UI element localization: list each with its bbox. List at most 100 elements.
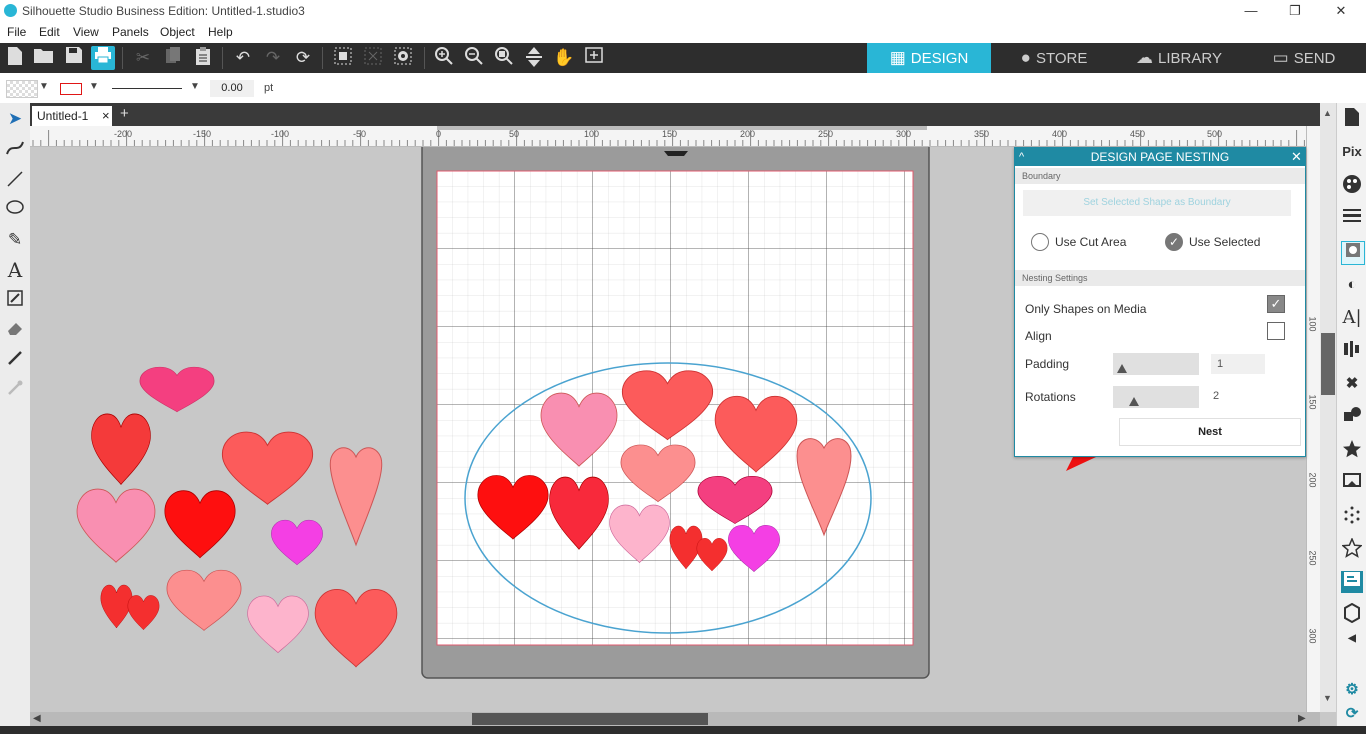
eraser-tool-icon[interactable] (4, 319, 26, 341)
settings-gear-icon[interactable]: ⚙ (1341, 679, 1363, 701)
page-setup-icon[interactable] (1341, 107, 1363, 129)
padding-slider[interactable] (1113, 353, 1199, 375)
fill-tool-icon[interactable] (4, 289, 26, 311)
vertical-scrollbar[interactable]: ▲ ▼ (1320, 103, 1336, 712)
zoom-in-icon[interactable] (432, 46, 456, 70)
trace-icon[interactable] (1341, 505, 1363, 527)
scroll-down-icon[interactable]: ▼ (1323, 693, 1332, 703)
eyedropper-tool-icon[interactable] (4, 379, 26, 401)
tab-library[interactable]: ☁ LIBRARY (1117, 43, 1241, 73)
menu-file[interactable]: File (7, 25, 26, 39)
line-tool-icon[interactable] (4, 169, 26, 191)
tab-store[interactable]: ● STORE (992, 43, 1116, 73)
print-icon[interactable] (91, 46, 115, 70)
pan-hand-icon[interactable]: ✋ (552, 46, 576, 70)
scroll-left-icon[interactable]: ◀ (33, 713, 41, 724)
heart-shape (166, 569, 242, 631)
knife-tool-icon[interactable] (4, 349, 26, 371)
fill-swatch[interactable] (6, 80, 38, 98)
fill-pattern-icon[interactable] (1341, 241, 1365, 265)
horizontal-scrollbar[interactable]: ◀ ▶ (30, 712, 1320, 726)
copy-icon[interactable] (161, 46, 185, 70)
close-panel-icon[interactable]: ✕ (1291, 148, 1302, 166)
group-icon[interactable] (331, 46, 355, 70)
sketch-star-icon[interactable] (1341, 537, 1363, 560)
use-selected-radio[interactable]: ✓ (1165, 233, 1183, 251)
collapse-chevron-icon[interactable]: ^ (1019, 148, 1024, 166)
ellipse-tool-icon[interactable] (4, 199, 26, 221)
new-file-icon[interactable] (3, 46, 27, 70)
only-shapes-label: Only Shapes on Media (1025, 302, 1147, 316)
line-style-icon[interactable] (1341, 207, 1363, 229)
transform-icon[interactable]: ✖ (1341, 373, 1363, 395)
menu-object[interactable]: Object (160, 25, 195, 39)
tab-untitled-1[interactable]: Untitled-1 × (32, 106, 112, 126)
select-arrow-icon[interactable]: ➤ (4, 108, 26, 130)
align-icon[interactable] (1341, 340, 1363, 362)
print-cut-icon[interactable] (1341, 602, 1363, 625)
align-checkbox[interactable] (1267, 322, 1285, 340)
rotations-slider-thumb[interactable] (1129, 397, 1139, 406)
text-tool-icon[interactable]: A (4, 259, 26, 281)
sync-icon[interactable]: ⟳ (1341, 703, 1363, 725)
offset-icon[interactable] (1341, 472, 1363, 494)
fill-dropdown-icon[interactable]: ▼ (39, 81, 49, 92)
restore-button[interactable]: ❐ (1272, 0, 1318, 22)
edit-points-icon[interactable] (4, 138, 26, 160)
fill-color-icon[interactable] (1341, 174, 1363, 196)
line-style-dropdown-icon[interactable]: ▼ (190, 81, 200, 92)
horizontal-scroll-thumb[interactable] (472, 713, 708, 725)
set-boundary-button[interactable]: Set Selected Shape as Boundary (1023, 190, 1291, 216)
open-folder-icon[interactable] (32, 46, 56, 70)
undo-icon[interactable]: ↶ (231, 46, 255, 70)
zoom-select-icon[interactable] (492, 46, 516, 70)
nesting-panel-icon[interactable] (1341, 571, 1363, 593)
transparency-icon[interactable]: ◐ (1341, 274, 1363, 296)
line-color-dropdown-icon[interactable]: ▼ (89, 81, 99, 92)
menu-view[interactable]: View (73, 25, 99, 39)
heart-shape (100, 584, 133, 629)
menu-edit[interactable]: Edit (39, 25, 60, 39)
add-tab-icon[interactable]: + (120, 105, 129, 122)
menu-panels[interactable]: Panels (112, 25, 149, 39)
only-shapes-checkbox[interactable]: ✓ (1267, 295, 1285, 313)
modify-star-icon[interactable] (1341, 439, 1363, 461)
line-color-swatch[interactable] (60, 83, 82, 95)
line-width-input[interactable]: 0.00 (210, 80, 254, 97)
text-style-icon[interactable]: A| (1341, 307, 1363, 329)
redo-icon[interactable]: ↷ (261, 46, 285, 70)
zoom-out-icon[interactable] (462, 46, 486, 70)
close-tab-icon[interactable]: × (102, 108, 110, 123)
line-style-preview[interactable] (112, 88, 182, 89)
menu-help[interactable]: Help (208, 25, 233, 39)
add-page-icon[interactable] (582, 46, 606, 70)
nest-button[interactable]: Nest (1119, 418, 1301, 446)
left-toolbar: ➤ ✎ A (0, 103, 31, 734)
ruler-label: -150 (193, 129, 212, 139)
fit-to-page-icon[interactable] (522, 46, 546, 70)
redraw-icon[interactable]: ⟳ (291, 46, 315, 70)
scroll-up-icon[interactable]: ▲ (1323, 108, 1332, 118)
minimize-button[interactable]: — (1228, 0, 1274, 22)
vertical-scroll-thumb[interactable] (1321, 333, 1335, 395)
rotations-value[interactable]: 2 (1213, 390, 1219, 402)
ungroup-icon[interactable] (361, 46, 385, 70)
scroll-right-icon[interactable]: ▶ (1298, 713, 1306, 724)
compound-path-icon[interactable] (391, 46, 415, 70)
cut-icon[interactable]: ✂ (131, 46, 155, 70)
pixscan-icon[interactable]: Pix (1341, 141, 1363, 163)
tab-send[interactable]: ▭ SEND (1242, 43, 1366, 73)
use-cut-area-radio[interactable] (1031, 233, 1049, 251)
padding-input[interactable]: 1 (1211, 354, 1265, 374)
collapse-panel-icon[interactable]: ◀ (1341, 628, 1363, 650)
save-icon[interactable] (62, 46, 86, 70)
padding-slider-thumb[interactable] (1117, 364, 1127, 373)
close-window-button[interactable]: ✕ (1318, 0, 1364, 22)
paste-icon[interactable] (191, 46, 215, 70)
pencil-tool-icon[interactable]: ✎ (4, 229, 26, 251)
heart-shape (221, 431, 314, 505)
rotations-slider[interactable] (1113, 386, 1199, 408)
ruler-label: 300 (896, 129, 912, 139)
replicate-icon[interactable] (1341, 406, 1363, 428)
tab-design[interactable]: ▦ DESIGN (867, 43, 991, 73)
